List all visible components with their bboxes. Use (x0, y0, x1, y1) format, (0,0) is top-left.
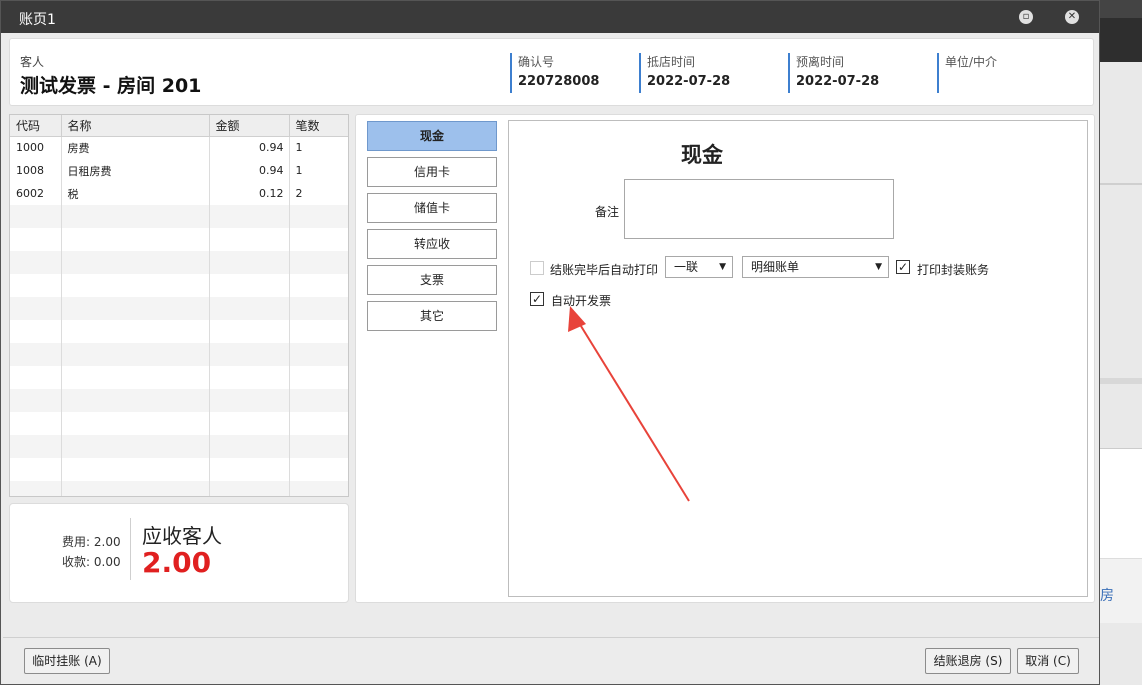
cancel-button[interactable]: 取消 (C) (1017, 648, 1079, 674)
confirm-number: 确认号 220728008 (510, 53, 599, 93)
remark-label: 备注 (595, 205, 620, 219)
empty-row (10, 481, 348, 496)
received-label: 收款: (62, 555, 91, 569)
due-label: 应收客人 (142, 524, 222, 548)
background-divider (1100, 183, 1142, 185)
bill-type-value: 明细账单 (751, 260, 800, 274)
bill-type-select[interactable]: 明细账单 ▼ (742, 256, 889, 278)
confirm-value: 220728008 (518, 74, 600, 89)
cell-count: 2 (289, 182, 348, 205)
empty-row (10, 320, 348, 343)
cell-name: 日租房费 (61, 159, 210, 182)
auto-invoice-checkbox[interactable]: ✓ (530, 292, 544, 306)
empty-row (10, 343, 348, 366)
cell-count: 1 (289, 159, 348, 182)
auto-print-checkbox[interactable] (530, 261, 544, 275)
background-panel (1100, 448, 1142, 558)
arrival-time: 抵店时间 2022-07-28 (639, 53, 730, 93)
summary-divider (130, 518, 131, 580)
empty-row (10, 274, 348, 297)
departure-value: 2022-07-28 (796, 74, 880, 89)
payment-check-button[interactable]: 支票 (367, 265, 497, 295)
payment-transfer-ar-button[interactable]: 转应收 (367, 229, 497, 259)
folio-dialog: 账页1 ▫ ✕ 客人 测试发票 - 房间 201 确认号 220728008 抵… (0, 0, 1100, 685)
table-row[interactable]: 1000 房费 0.94 1 (10, 136, 348, 159)
arrival-label: 抵店时间 (647, 55, 696, 69)
cell-amount: 0.12 (209, 182, 290, 205)
cell-amount: 0.94 (209, 159, 290, 182)
fee-label: 费用: (62, 535, 91, 549)
table-row[interactable]: 1008 日租房费 0.94 1 (10, 159, 348, 182)
empty-row (10, 251, 348, 274)
empty-row (10, 458, 348, 481)
cell-code: 6002 (10, 182, 62, 205)
cell-name: 房费 (61, 136, 210, 159)
fee-received-lines: 费用: 2.00 收款: 0.00 (62, 532, 121, 572)
balance-summary: 费用: 2.00 收款: 0.00 应收客人 2.00 (9, 503, 349, 603)
background-text: 房 (1100, 588, 1114, 604)
auto-print-label: 结账完毕后自动打印 (550, 263, 659, 277)
copies-select[interactable]: 一联 ▼ (665, 256, 733, 278)
payment-panel: 现金 信用卡 储值卡 转应收 支票 其它 现金 备注 结账完毕后自动打印 一联 … (355, 114, 1095, 603)
fee-value: 2.00 (93, 535, 121, 549)
confirm-label: 确认号 (518, 55, 555, 69)
remark-input[interactable] (624, 179, 894, 239)
guest-name: 测试发票 - 房间 201 (20, 75, 202, 97)
payment-cash-button[interactable]: 现金 (367, 121, 497, 151)
departure-time: 预离时间 2022-07-28 (788, 53, 879, 93)
cell-count: 1 (289, 136, 348, 159)
guest-label: 客人 (20, 55, 45, 69)
payment-other-button[interactable]: 其它 (367, 301, 497, 331)
cell-name: 税 (61, 182, 210, 205)
title-bar: 账页1 ▫ ✕ (1, 1, 1099, 33)
background-toolbar (1100, 18, 1142, 62)
background-divider (1100, 378, 1142, 384)
empty-row (10, 435, 348, 458)
chevron-down-icon: ▼ (875, 262, 882, 272)
arrival-value: 2022-07-28 (647, 74, 731, 89)
chevron-down-icon: ▼ (719, 262, 726, 272)
empty-row (10, 412, 348, 435)
empty-row (10, 389, 348, 412)
arrow-shaft (575, 317, 690, 502)
annotation-arrow (568, 306, 690, 502)
due-amount: 2.00 (142, 546, 212, 579)
company-label: 单位/中介 (945, 55, 998, 69)
departure-label: 预离时间 (796, 55, 845, 69)
checkout-button[interactable]: 结账退房 (S) (925, 648, 1011, 674)
background-bar (1100, 0, 1142, 18)
empty-row (10, 228, 348, 251)
close-icon[interactable]: ✕ (1065, 10, 1079, 24)
print-package-label: 打印封装账务 (917, 263, 990, 277)
cell-amount: 0.94 (209, 136, 290, 159)
window-title: 账页1 (19, 12, 56, 28)
column-header-count[interactable]: 笔数 (289, 115, 348, 137)
empty-row (10, 297, 348, 320)
empty-row (10, 205, 348, 228)
cell-code: 1008 (10, 159, 62, 182)
payment-credit-card-button[interactable]: 信用卡 (367, 157, 497, 187)
company-agent: 单位/中介 (937, 53, 997, 93)
column-header-code[interactable]: 代码 (10, 115, 62, 137)
table-row[interactable]: 6002 税 0.12 2 (10, 182, 348, 205)
copies-value: 一联 (674, 260, 699, 274)
dialog-footer: 临时挂账 (A) 结账退房 (S) 取消 (C) (3, 637, 1099, 684)
temp-hold-button[interactable]: 临时挂账 (A) (24, 648, 110, 674)
guest-header: 客人 测试发票 - 房间 201 确认号 220728008 抵店时间 2022… (9, 38, 1094, 106)
grid-header-row: 代码 名称 金额 笔数 (10, 115, 348, 137)
print-package-checkbox[interactable]: ✓ (896, 260, 910, 274)
payment-stored-value-button[interactable]: 储值卡 (367, 193, 497, 223)
cash-payment-form: 现金 备注 结账完毕后自动打印 一联 ▼ 明细账单 ▼ ✓ 打印封装账务 ✓ 自… (508, 120, 1088, 597)
column-header-amount[interactable]: 金额 (209, 115, 290, 137)
charges-grid[interactable]: 代码 名称 金额 笔数 1000 房费 0.94 1 1008 日租房费 0.9… (9, 114, 349, 497)
background-app: 房 (1100, 0, 1142, 685)
cell-code: 1000 (10, 136, 62, 159)
received-value: 0.00 (93, 555, 121, 569)
form-title: 现金 (681, 143, 723, 167)
restore-icon[interactable]: ▫ (1019, 10, 1033, 24)
empty-row (10, 366, 348, 389)
column-header-name[interactable]: 名称 (61, 115, 210, 137)
